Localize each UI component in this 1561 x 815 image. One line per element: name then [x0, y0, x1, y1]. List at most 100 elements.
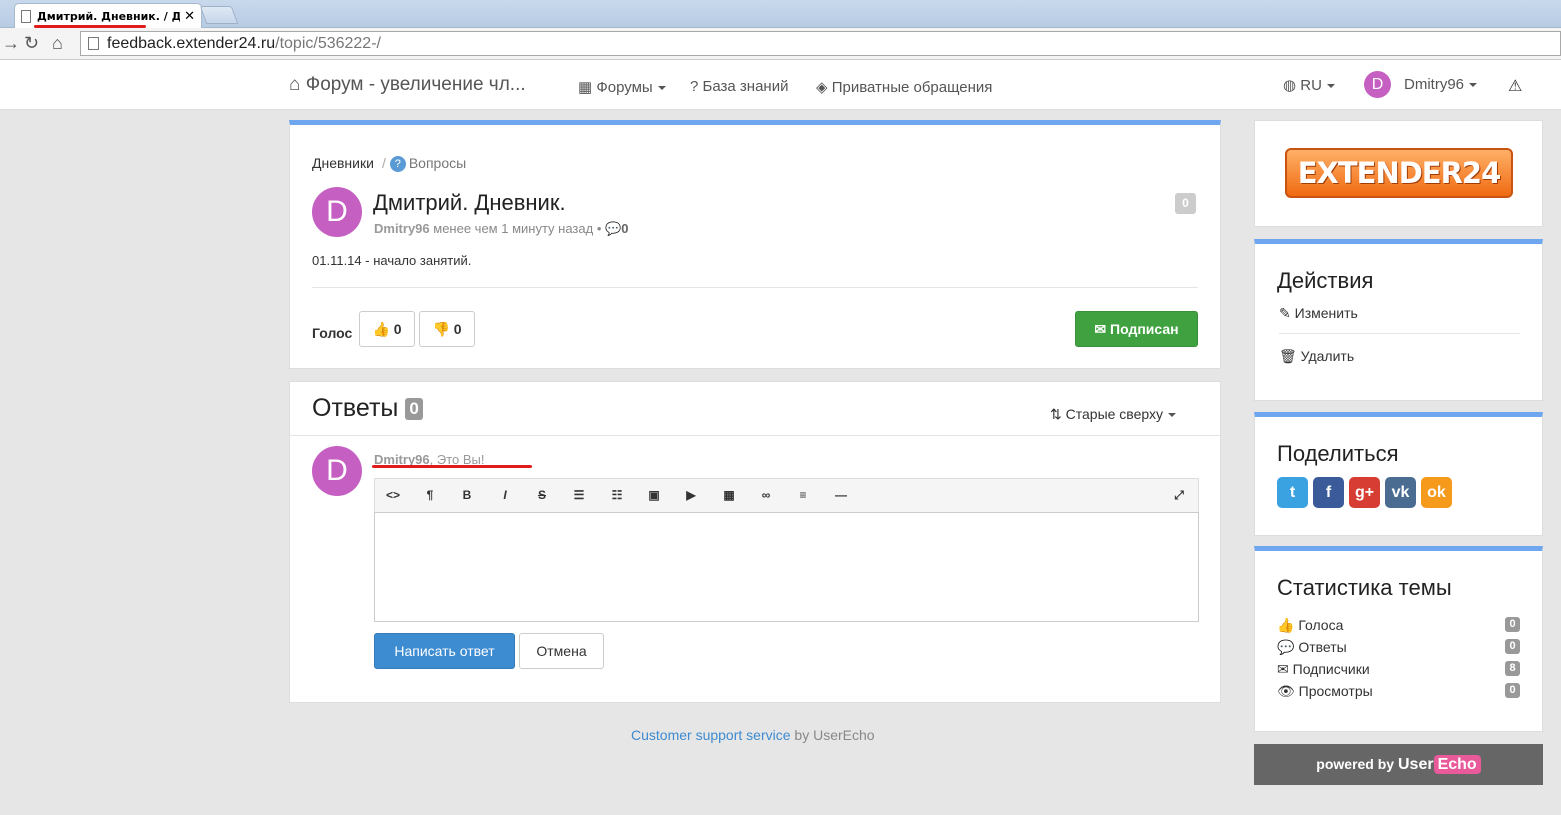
topic-body: 01.11.14 - начало занятий.	[312, 253, 472, 268]
fullscreen-icon[interactable]: ⤢	[1171, 487, 1187, 503]
facebook-icon[interactable]: f	[1313, 477, 1344, 508]
userecho-logo-echo: Echo	[1433, 755, 1481, 774]
lang-select[interactable]: ◍ RU	[1283, 76, 1335, 94]
code-icon[interactable]: <>	[385, 487, 401, 503]
stat-label: Голоса	[1298, 617, 1344, 633]
envelope-icon: ✉	[1094, 321, 1107, 337]
footer-by: by UserEcho	[790, 727, 875, 743]
home-icon[interactable]: ⌂	[52, 33, 63, 53]
actions-title: Действия	[1277, 268, 1374, 293]
nav-knowledge[interactable]: ? База знаний	[690, 78, 788, 95]
annotation-underline	[372, 465, 532, 468]
nav-forums[interactable]: ▦ Форумы	[578, 78, 666, 96]
avatar[interactable]: D	[1364, 71, 1391, 98]
sort-label: Старые сверху	[1065, 406, 1163, 422]
sort-dropdown[interactable]: ⇅ Старые сверху	[1050, 406, 1176, 423]
logo-panel: EXTENDER24	[1254, 120, 1543, 227]
answers-title: Ответы 0	[312, 394, 423, 423]
nav-private-label: Приватные обращения	[831, 79, 993, 96]
breadcrumb-category[interactable]: Вопросы	[409, 155, 466, 171]
trash-icon: 🗑	[1279, 348, 1297, 364]
warning-icon[interactable]: ⚠	[1508, 76, 1522, 96]
tab-title: Дмитрий. Дневник. / Дне	[37, 9, 181, 23]
strikethrough-icon[interactable]: S	[534, 487, 550, 503]
extender24-logo[interactable]: EXTENDER24	[1285, 148, 1513, 198]
question-icon: ?	[690, 78, 699, 95]
status-badge: 0	[1175, 193, 1196, 214]
powered-by-text: powered by	[1316, 756, 1395, 772]
horizontal-rule-icon[interactable]: —	[833, 487, 849, 503]
page-icon	[21, 9, 31, 23]
topic-title: Дмитрий. Дневник.	[373, 190, 566, 215]
numbered-list-icon[interactable]: ☷	[609, 487, 625, 503]
breadcrumb-root[interactable]: Дневники	[312, 155, 374, 171]
share-panel: Поделиться t f g+ vk ok	[1254, 412, 1543, 536]
stat-badge: 0	[1505, 639, 1520, 654]
brand-text: Форум - увеличение чл...	[305, 74, 526, 95]
odnoklassniki-icon[interactable]: ok	[1421, 477, 1452, 508]
italic-icon[interactable]: I	[497, 487, 513, 503]
url-host: feedback.extender24.ru	[107, 35, 276, 52]
stat-label: Просмотры	[1298, 683, 1373, 699]
avatar[interactable]: D	[312, 187, 362, 237]
footer-link[interactable]: Customer support service	[631, 727, 791, 743]
reload-icon[interactable]: ↻	[24, 33, 39, 53]
nav-knowledge-label: База знаний	[702, 78, 789, 95]
caret-icon	[1469, 83, 1478, 88]
site-navbar: ⌂ Форум - увеличение чл... ▦ Форумы ? Ба…	[0, 60, 1561, 110]
comment-count: 0	[621, 221, 629, 236]
eye-icon: 👁	[1277, 683, 1295, 699]
user-menu[interactable]: Dmitry96	[1404, 76, 1478, 93]
stat-answers: 💬 Ответы 0	[1277, 639, 1520, 656]
url-path: /topic/536222-/	[275, 35, 381, 52]
downvote-count: 0	[453, 321, 462, 337]
topic-meta: Dmitry96 менее чем 1 минуту назад • 💬0	[374, 221, 629, 236]
stat-votes: 👍 Голоса 0	[1277, 617, 1520, 634]
bulleted-list-icon[interactable]: ☰	[571, 487, 587, 503]
breadcrumb-separator: /	[381, 155, 386, 171]
downvote-button[interactable]: 👎 0	[419, 311, 475, 347]
brand-link[interactable]: ⌂ Форум - увеличение чл...	[289, 74, 526, 96]
nav-private[interactable]: ◈ Приватные обращения	[816, 78, 992, 96]
delete-label: Удалить	[1300, 348, 1355, 364]
twitter-icon[interactable]: t	[1277, 477, 1308, 508]
bold-icon[interactable]: B	[459, 487, 475, 503]
subscribe-button[interactable]: ✉ Подписан	[1075, 311, 1198, 347]
stats-panel: Статистика темы 👍 Голоса 0 💬 Ответы 0 ✉ …	[1254, 546, 1543, 732]
edit-icon: ✎	[1279, 305, 1291, 321]
stat-subscribers: ✉ Подписчики 8	[1277, 661, 1520, 678]
delete-link[interactable]: 🗑 Удалить	[1279, 348, 1354, 365]
userecho-logo-user: User	[1397, 756, 1434, 773]
author-link[interactable]: Dmitry96	[374, 221, 430, 236]
forward-icon[interactable]: →	[2, 33, 20, 53]
envelope-icon: ✉	[1277, 661, 1289, 677]
table-icon[interactable]: ▦	[721, 487, 737, 503]
edit-link[interactable]: ✎ Изменить	[1279, 305, 1358, 322]
url-input[interactable]: feedback.extender24.ru/topic/536222-/	[80, 31, 1561, 56]
cancel-button[interactable]: Отмена	[519, 633, 604, 669]
vk-icon[interactable]: vk	[1385, 477, 1416, 508]
reply-editor[interactable]	[374, 512, 1199, 622]
avatar[interactable]: D	[312, 446, 362, 496]
sort-icon: ⇅	[1050, 406, 1062, 422]
new-tab-button[interactable]	[199, 6, 239, 24]
stat-views: 👁 Просмотры 0	[1277, 683, 1520, 700]
close-icon[interactable]: ✕	[184, 8, 195, 24]
globe-icon: ◍	[1283, 77, 1297, 94]
image-icon[interactable]: ▣	[646, 487, 662, 503]
thumbs-down-icon: 👎	[432, 321, 450, 337]
paragraph-icon[interactable]: ¶	[422, 487, 438, 503]
video-icon[interactable]: ▶	[683, 487, 699, 503]
align-icon[interactable]: ≡	[795, 487, 811, 503]
browser-tabbar: Дмитрий. Дневник. / Дне ✕	[0, 0, 1561, 28]
address-bar: → ↻ ⌂ feedback.extender24.ru/topic/53622…	[0, 28, 1561, 60]
upvote-button[interactable]: 👍 0	[359, 311, 415, 347]
actions-panel: Действия ✎ Изменить 🗑 Удалить	[1254, 239, 1543, 401]
caret-icon	[657, 86, 666, 91]
link-icon[interactable]: ∞	[758, 487, 774, 503]
google-plus-icon[interactable]: g+	[1349, 477, 1380, 508]
lang-label: RU	[1300, 77, 1322, 94]
comment-icon: 💬	[605, 221, 622, 236]
submit-reply-button[interactable]: Написать ответ	[374, 633, 515, 669]
powered-by-banner[interactable]: powered by User Echo	[1254, 744, 1543, 785]
